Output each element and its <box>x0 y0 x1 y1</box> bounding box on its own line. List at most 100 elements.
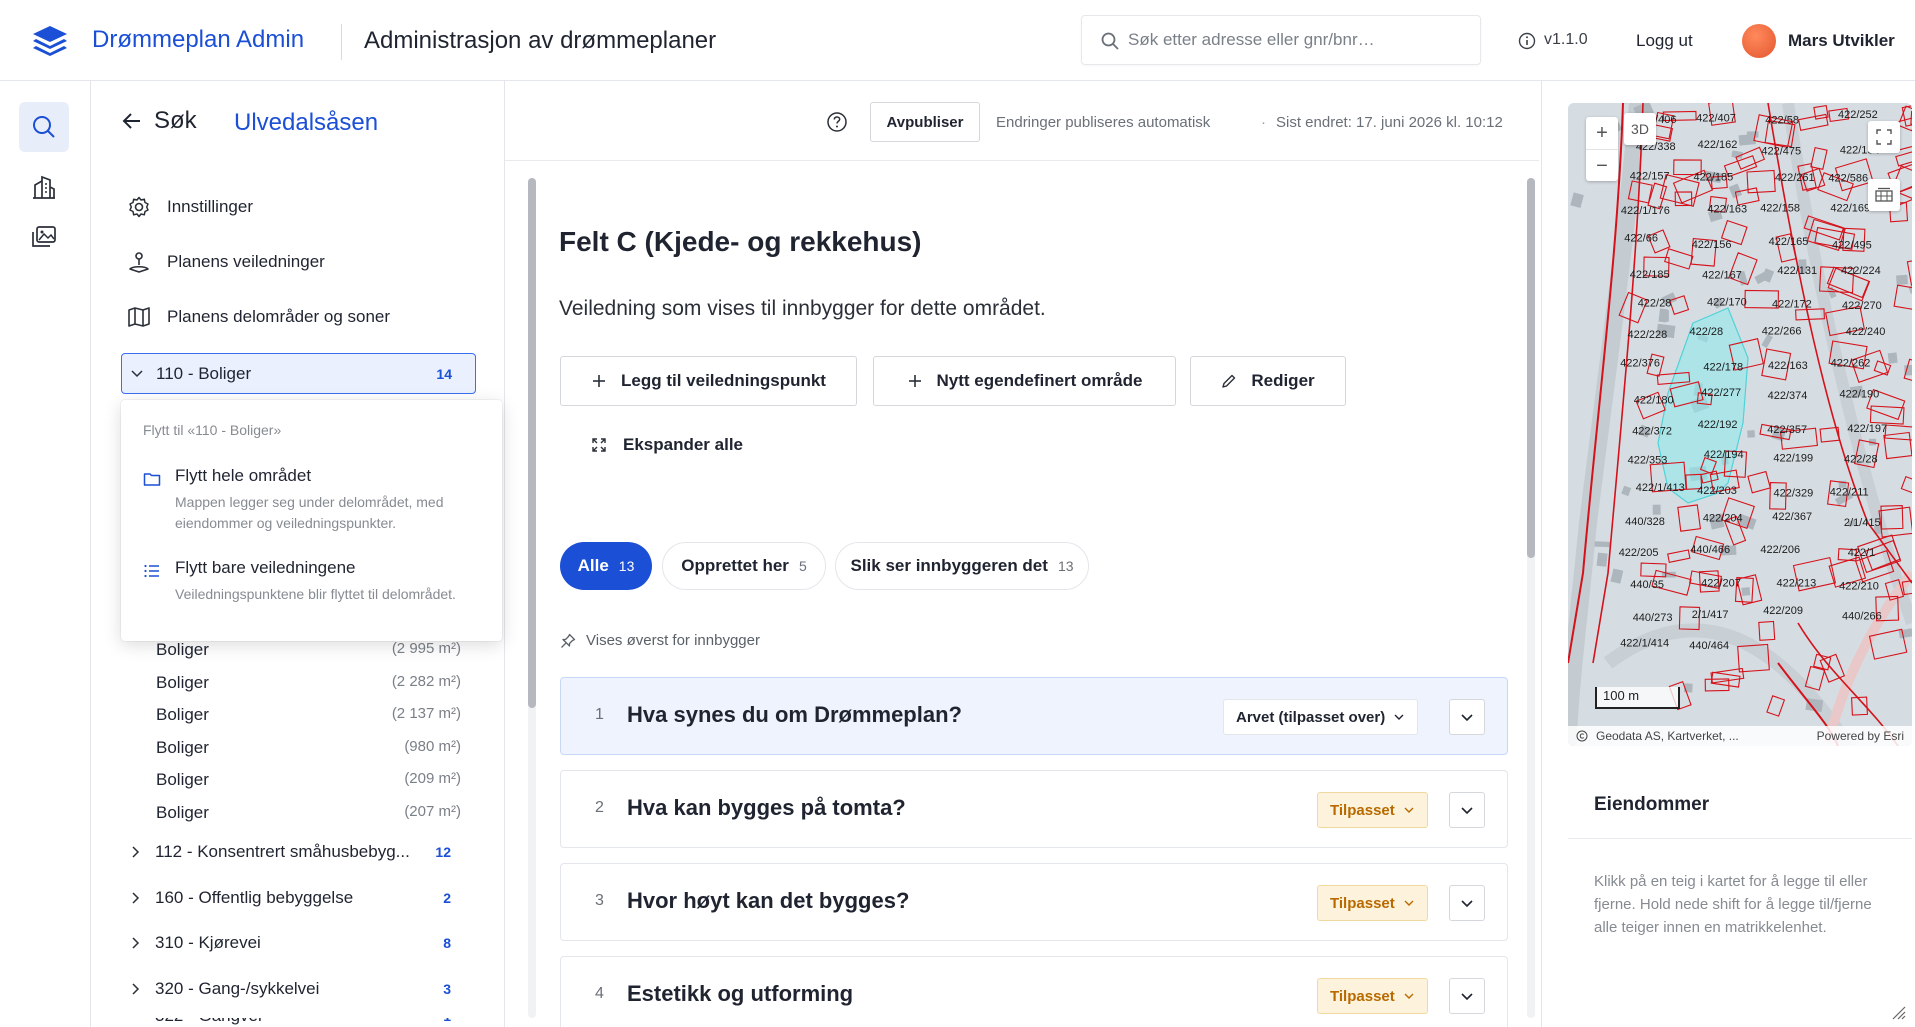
rail-images-button[interactable] <box>19 212 69 262</box>
list-item[interactable]: Boliger (2 282 m²) <box>156 673 461 701</box>
parcel-label: 422/374 <box>1768 390 1808 402</box>
chevron-down-icon[interactable] <box>130 367 144 381</box>
parcel-label: 440/328 <box>1625 516 1665 528</box>
avatar[interactable] <box>1742 24 1776 58</box>
parcel-label: 422/163 <box>1707 203 1747 215</box>
back-to-search[interactable]: Søk <box>154 107 197 135</box>
parcel-label: 440/466 <box>1690 544 1730 556</box>
tree-group-320[interactable]: 320 - Gang-/sykkelvei 3 <box>121 975 476 1007</box>
chevron-right-icon[interactable] <box>129 845 143 859</box>
rail-buildings-button[interactable] <box>19 162 69 212</box>
chip-label: Slik ser innbyggeren det <box>850 556 1048 575</box>
main-scroll-thumb[interactable] <box>1527 178 1535 558</box>
user-name[interactable]: Mars Utvikler <box>1788 31 1895 51</box>
custom-badge-dropdown[interactable]: Tilpasset <box>1317 885 1428 921</box>
parcel-label: 422/170 <box>1707 297 1747 309</box>
parcel-label: 422/213 <box>1777 577 1817 589</box>
map-3d-button[interactable]: 3D <box>1624 113 1656 145</box>
rail-search-button[interactable] <box>19 102 69 152</box>
expand-question-button[interactable] <box>1449 792 1485 828</box>
help-icon[interactable] <box>826 111 848 133</box>
menu-settings[interactable]: Innstillinger <box>127 192 253 222</box>
fullscreen-button[interactable] <box>1868 121 1900 153</box>
arrow-left-icon[interactable] <box>120 109 144 133</box>
info-icon[interactable] <box>1518 32 1536 50</box>
map-building <box>1594 541 1611 548</box>
list-item[interactable]: Boliger (207 m²) <box>156 803 461 831</box>
parcel-label: 422/372 <box>1632 425 1672 437</box>
list-item[interactable]: Boliger (980 m²) <box>156 738 461 766</box>
unpublish-button[interactable]: Avpubliser <box>870 102 980 142</box>
move-whole-area-option[interactable]: Flytt hele området Mappen legger seg und… <box>143 466 488 536</box>
zoom-in-button[interactable]: + <box>1596 117 1608 149</box>
menu-subareas[interactable]: Planens delområder og soner <box>127 302 390 332</box>
filter-created-here[interactable]: Opprettet her 5 <box>662 542 826 590</box>
parcel-label: 422/199 <box>1773 452 1813 464</box>
inherited-badge-dropdown[interactable]: Arvet (tilpasset over) <box>1223 699 1419 735</box>
custom-badge-dropdown[interactable]: Tilpasset <box>1317 792 1428 828</box>
nav-rail <box>0 81 91 1027</box>
row-label: Boliger <box>156 738 209 757</box>
expand-question-button[interactable] <box>1449 885 1485 921</box>
search-input[interactable] <box>1128 27 1468 53</box>
filter-all[interactable]: Alle 13 <box>560 542 652 590</box>
custom-badge-dropdown[interactable]: Tilpasset <box>1317 978 1428 1014</box>
expand-all-button[interactable]: Ekspander alle <box>591 435 743 455</box>
add-guide-point-button[interactable]: Legg til veiledningspunkt <box>560 356 857 406</box>
question-title: Hvor høyt kan det bygges? <box>627 888 910 913</box>
list-item[interactable]: Boliger (2 137 m²) <box>156 705 461 733</box>
list-item[interactable]: Boliger (209 m²) <box>156 770 461 798</box>
list-item[interactable]: Boliger (2 995 m²) <box>156 640 461 668</box>
chevron-right-icon[interactable] <box>129 936 143 950</box>
tree-group-160[interactable]: 160 - Offentlig bebyggelse 2 <box>121 884 476 916</box>
tree-group-label: 110 - Boliger <box>156 364 252 383</box>
tree-group-310[interactable]: 310 - Kjørevei 8 <box>121 929 476 961</box>
parcel-label: 422/211 <box>1830 486 1869 498</box>
address-search[interactable] <box>1081 15 1481 65</box>
copyright-icon[interactable] <box>1576 730 1588 742</box>
plan-name[interactable]: Ulvedalsåsen <box>234 109 378 137</box>
map-canvas[interactable]: 422/406 422/407 422/58 422/252422/338 422/16… <box>1568 103 1912 746</box>
chevron-down-icon <box>1461 807 1473 815</box>
question-number: 3 <box>595 892 604 909</box>
chevron-right-icon[interactable] <box>129 982 143 996</box>
gear-icon <box>129 196 149 218</box>
tree-group-112[interactable]: 112 - Konsentrert småhusbebyg... 12 <box>121 838 476 870</box>
expand-question-button[interactable] <box>1449 978 1485 1014</box>
map-building <box>1887 352 1898 364</box>
parcel-label: 422/252 <box>1838 109 1878 121</box>
move-guides-only-option[interactable]: Flytt bare veiledningene Veiledningspunk… <box>143 558 488 628</box>
basemap-toggle-button[interactable] <box>1868 179 1900 211</box>
menu-guides[interactable]: Planens veiledninger <box>127 247 325 277</box>
sidebar-scroll-thumb[interactable] <box>528 178 536 708</box>
question-card-1[interactable]: 1 Hva synes du om Drømmeplan? Arvet (til… <box>560 677 1508 755</box>
edit-button[interactable]: Rediger <box>1190 356 1346 406</box>
tree-group-110[interactable]: 110 - Boliger 14 <box>121 353 476 394</box>
chevron-right-icon[interactable] <box>129 891 143 905</box>
version-label: v1.1.0 <box>1544 31 1588 48</box>
question-card-3[interactable]: 3 Hvor høyt kan det bygges? Tilpasset <box>560 863 1508 941</box>
tree-group-322[interactable]: 322 - Gangvei 1 <box>121 1018 476 1027</box>
filter-citizen-view[interactable]: Slik ser innbyggeren det 13 <box>835 542 1089 590</box>
parcel-label: 422/1/413 <box>1636 482 1685 494</box>
new-custom-area-button[interactable]: Nytt egendefinert område <box>873 356 1176 406</box>
logout-button[interactable]: Logg ut <box>1636 31 1693 51</box>
map-zoom-control[interactable]: + − <box>1586 117 1618 181</box>
resize-handle-icon[interactable] <box>1890 1004 1906 1020</box>
toolbar-divider <box>505 160 1539 161</box>
question-card-2[interactable]: 2 Hva kan bygges på tomta? Tilpasset <box>560 770 1508 848</box>
question-card-4[interactable]: 4 Estetikk og utforming Tilpasset <box>560 956 1508 1027</box>
map-building <box>1596 552 1608 567</box>
tree-group-count: 8 <box>443 935 451 951</box>
layers-logo-icon[interactable] <box>30 24 70 58</box>
button-label: Rediger <box>1251 371 1315 390</box>
parcel-label: 422/162 <box>1698 139 1738 151</box>
expand-question-button[interactable] <box>1449 699 1485 735</box>
zoom-out-button[interactable]: − <box>1586 149 1618 181</box>
properties-help: Klikk på en teig i kartet for å legge ti… <box>1594 873 1872 936</box>
pin-note-label: Vises øverst for innbygger <box>586 632 760 649</box>
brand-name[interactable]: Drømmeplan Admin <box>92 26 304 54</box>
map-view[interactable]: 422/406 422/407 422/58 422/252 422/338 422/16… <box>1568 103 1912 746</box>
parcel-label: 422/224 <box>1841 265 1881 277</box>
tree-group-label: 112 - Konsentrert småhusbebyg... <box>155 842 410 861</box>
